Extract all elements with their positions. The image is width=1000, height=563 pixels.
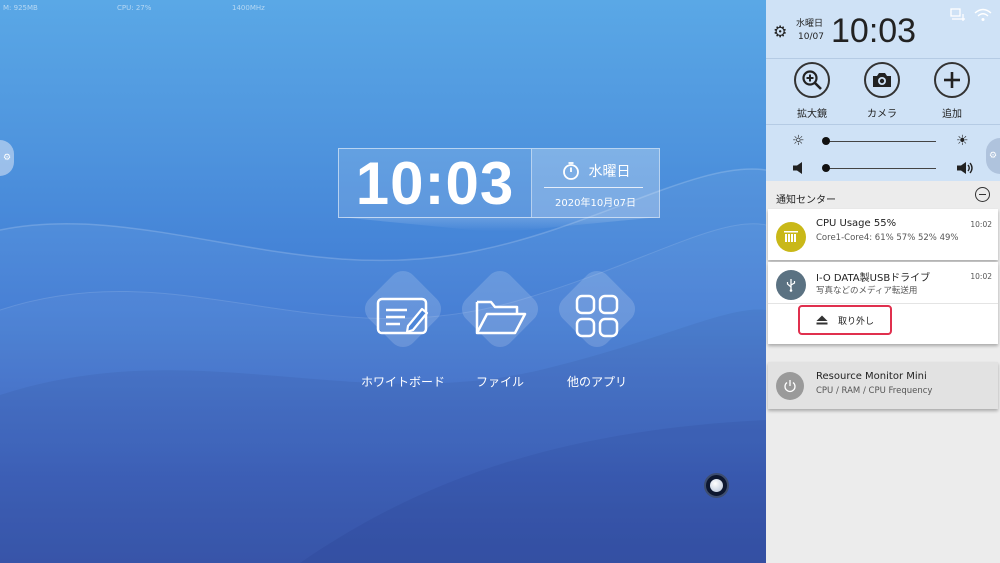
notification-avatar bbox=[776, 372, 804, 400]
volume-high-icon bbox=[957, 162, 973, 174]
notification-title: Resource Monitor Mini bbox=[816, 371, 927, 382]
notification-subtitle: 写真などのメディア転送用 bbox=[816, 286, 918, 296]
collapse-icon[interactable] bbox=[975, 187, 990, 202]
notification-card[interactable]: Resource Monitor Mini CPU / RAM / CPU Fr… bbox=[768, 362, 998, 409]
notification-panel: ⚙ 水曜日 10/07 10:03 拡大鏡 カメラ 追加 ☼ ☀ ⚙ 通知センタ… bbox=[766, 0, 1000, 563]
cpu-readout: CPU: 27% bbox=[117, 4, 152, 12]
app-label: 他のアプリ bbox=[566, 375, 627, 389]
memory-readout: M: 925MB bbox=[3, 4, 38, 12]
frequency-readout: 1400MHz bbox=[232, 4, 265, 12]
cpu-icon bbox=[784, 231, 798, 242]
brightness-thumb[interactable] bbox=[822, 137, 831, 145]
whiteboard-icon bbox=[376, 297, 429, 335]
volume-low-icon bbox=[793, 162, 802, 174]
qs-status-icons bbox=[950, 8, 992, 22]
camera-icon bbox=[873, 73, 891, 87]
brightness-slider[interactable]: ☼ ☀ bbox=[766, 131, 1000, 151]
plus-icon bbox=[944, 72, 960, 88]
divider bbox=[766, 58, 1000, 59]
gear-icon: ⚙ bbox=[2, 153, 12, 163]
notification-card[interactable]: I-O DATA製USBドライブ 写真などのメディア転送用 10:02 取り外し bbox=[768, 262, 998, 344]
notification-center-title: 通知センター bbox=[776, 195, 836, 206]
qs-date: 10/07 bbox=[798, 32, 824, 42]
floating-menu-button[interactable] bbox=[704, 473, 729, 498]
desktop: M: 925MB CPU: 27% 1400MHz ⚙ 10:03 水曜日 20… bbox=[0, 0, 766, 563]
clock-date-panel: 水曜日 2020年10月07日 bbox=[531, 149, 659, 217]
divider bbox=[768, 303, 998, 304]
clock-time: 10:03 bbox=[355, 149, 515, 217]
system-status-strip: M: 925MB CPU: 27% 1400MHz bbox=[0, 4, 766, 14]
volume-slider[interactable] bbox=[766, 158, 1000, 178]
usb-icon bbox=[786, 279, 796, 292]
notification-subtitle: CPU / RAM / CPU Frequency bbox=[816, 386, 933, 396]
notification-avatar bbox=[776, 222, 806, 252]
folder-icon bbox=[475, 300, 527, 335]
clock-widget: 10:03 水曜日 2020年10月07日 bbox=[338, 148, 660, 218]
add-button[interactable]: 追加 bbox=[922, 62, 982, 120]
quick-settings: ⚙ 水曜日 10/07 10:03 拡大鏡 カメラ 追加 ☼ ☀ bbox=[766, 0, 1000, 181]
volume-thumb[interactable] bbox=[822, 164, 831, 172]
clock-day: 水曜日 bbox=[588, 164, 631, 180]
camera-button[interactable]: カメラ bbox=[852, 62, 912, 120]
eject-label: 取り外し bbox=[837, 316, 874, 327]
wifi-icon bbox=[974, 8, 992, 21]
app-label: ホワイトボード bbox=[360, 375, 445, 389]
right-edge-handle[interactable]: ⚙ bbox=[986, 138, 1000, 174]
stopwatch-icon bbox=[562, 162, 579, 180]
notification-avatar bbox=[776, 270, 806, 300]
magnifier-icon bbox=[802, 70, 822, 90]
apps-grid-icon bbox=[575, 294, 619, 338]
qs-day: 水曜日 bbox=[796, 19, 824, 29]
clock-day-row: 水曜日 bbox=[532, 161, 659, 181]
notification-title: CPU Usage 55% bbox=[816, 218, 897, 229]
network-icon bbox=[950, 8, 965, 21]
magnifier-button[interactable]: 拡大鏡 bbox=[782, 62, 842, 120]
notification-subtitle: Core1-Core4: 61% 57% 52% 49% bbox=[816, 233, 959, 243]
brightness-low-icon: ☼ bbox=[792, 133, 805, 149]
power-icon bbox=[784, 380, 796, 393]
eject-icon bbox=[816, 315, 828, 325]
qs-time: 10:03 bbox=[831, 12, 917, 50]
clock-date: 2020年10月07日 bbox=[555, 198, 636, 209]
app-label: ファイル bbox=[475, 375, 524, 389]
gear-icon: ⚙ bbox=[988, 151, 998, 161]
qs-date-block: 水曜日 10/07 bbox=[796, 18, 824, 44]
clock-divider bbox=[544, 187, 643, 188]
brightness-track[interactable] bbox=[824, 141, 936, 142]
eject-button[interactable]: 取り外し bbox=[798, 305, 892, 335]
notification-card[interactable]: CPU Usage 55% Core1-Core4: 61% 57% 52% 4… bbox=[768, 209, 998, 260]
notification-title: I-O DATA製USBドライブ bbox=[816, 273, 931, 284]
add-label: 追加 bbox=[942, 109, 962, 120]
brightness-high-icon: ☀ bbox=[956, 133, 969, 149]
magnifier-label: 拡大鏡 bbox=[797, 109, 827, 120]
camera-label: カメラ bbox=[867, 109, 897, 120]
notification-time: 10:02 bbox=[970, 220, 992, 229]
volume-track[interactable] bbox=[824, 168, 936, 169]
notification-time: 10:02 bbox=[970, 272, 992, 281]
settings-gear-icon[interactable]: ⚙ bbox=[773, 22, 787, 41]
divider bbox=[766, 124, 1000, 125]
notification-center-header: 通知センター bbox=[766, 183, 1000, 209]
